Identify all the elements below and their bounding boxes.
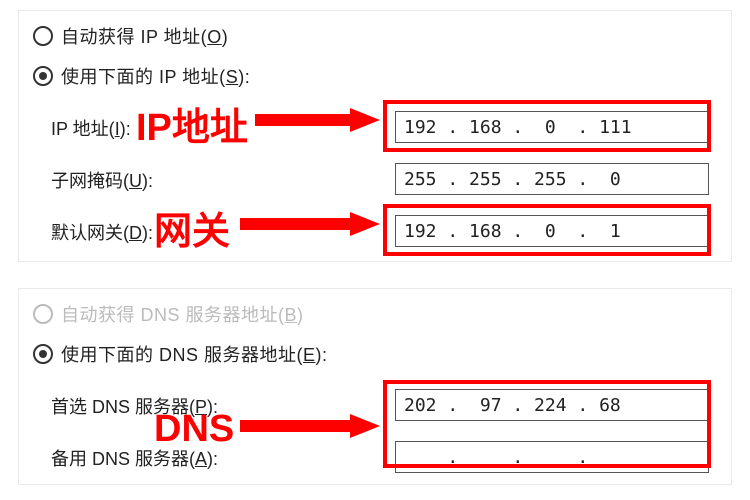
arrow-icon: [240, 212, 380, 236]
ip-auto-row[interactable]: 自动获得 IP 地址(O): [33, 23, 228, 49]
ip-address-label: IP 地址(I):: [51, 115, 131, 141]
subnet-mask-label: 子网掩码(U):: [51, 167, 153, 193]
highlight-ip-box: [383, 100, 711, 152]
dns-auto-row[interactable]: 自动获得 DNS 服务器地址(B): [33, 301, 304, 327]
radio-icon: [33, 26, 53, 46]
ip-manual-label: 使用下面的 IP 地址(S):: [61, 63, 250, 89]
dns-manual-row[interactable]: 使用下面的 DNS 服务器地址(E):: [33, 341, 328, 367]
radio-checked-icon: [33, 344, 53, 364]
radio-disabled-icon: [33, 304, 53, 324]
highlight-dns-box: [383, 380, 711, 468]
arrow-icon: [255, 108, 380, 132]
dns-manual-label: 使用下面的 DNS 服务器地址(E):: [61, 341, 328, 367]
ip-auto-label: 自动获得 IP 地址(O): [61, 23, 228, 49]
annotation-ip: IP地址: [136, 96, 248, 151]
subnet-mask-input[interactable]: 255 . 255 . 255 . 0: [395, 163, 709, 195]
ip-manual-row[interactable]: 使用下面的 IP 地址(S):: [33, 63, 250, 89]
highlight-gw-box: [383, 204, 711, 256]
annotation-dns: DNS: [154, 408, 234, 451]
radio-checked-icon: [33, 66, 53, 86]
gateway-label: 默认网关(D):: [51, 219, 153, 245]
arrow-icon: [240, 414, 380, 438]
dns-auto-label: 自动获得 DNS 服务器地址(B): [61, 301, 304, 327]
annotation-gw: 网关: [154, 200, 230, 255]
